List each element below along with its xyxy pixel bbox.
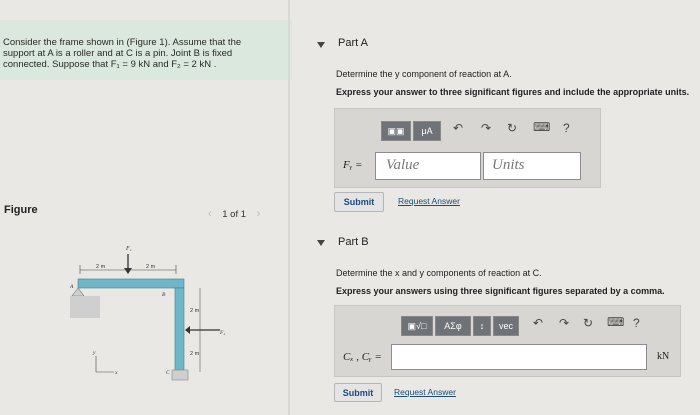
fy-label: Fᵧ = <box>343 159 363 171</box>
templates-button[interactable]: ▣▣ <box>381 121 411 141</box>
reset-icon[interactable]: ↻ <box>507 121 517 135</box>
redo-icon[interactable]: ↷ <box>559 316 569 330</box>
point-c-label: C <box>166 370 170 376</box>
keyboard-icon[interactable]: ⌨ <box>607 315 624 329</box>
mu-a-button[interactable]: μA <box>413 121 441 141</box>
x-axis-label: x <box>114 370 118 376</box>
vector-button[interactable]: vec <box>493 316 519 336</box>
cx-cy-label: Cₓ , Cᵧ = <box>343 351 382 363</box>
part-a-submit-button[interactable]: Submit <box>334 192 384 212</box>
part-b-instruction: Express your answers using three signifi… <box>336 286 665 296</box>
cx-cy-input[interactable] <box>391 344 647 370</box>
roller-support <box>71 287 85 297</box>
f1-label: F₁ <box>125 246 132 252</box>
pager-text: 1 of 1 <box>222 209 247 220</box>
undo-icon[interactable]: ↶ <box>533 316 543 330</box>
f2-arrowhead <box>185 326 190 334</box>
arrows-button[interactable]: ↕ <box>473 316 491 336</box>
panel-divider <box>288 0 290 415</box>
horizontal-beam <box>77 278 185 289</box>
help-icon[interactable]: ? <box>563 121 570 135</box>
part-a-request-answer-link[interactable]: Request Answer <box>398 196 460 206</box>
problem-line-3: connected. Suppose that F₁ = 9 kN and F₂… <box>3 59 217 70</box>
math-templates-button[interactable]: ▣√□ <box>401 316 433 336</box>
part-a-collapse-icon[interactable] <box>317 42 325 48</box>
frame-figure: F₁ 2 m 2 m A B F₂ 2 m 2 m C y x <box>69 246 225 381</box>
value-input[interactable]: Value <box>375 152 481 180</box>
dim-right-label: 2 m <box>146 264 156 270</box>
reset-icon[interactable]: ↻ <box>583 316 593 330</box>
pin-support <box>171 369 189 381</box>
part-a-title[interactable]: Part A <box>338 37 368 49</box>
value-placeholder: Value <box>386 157 420 173</box>
next-figure-icon[interactable]: › <box>257 208 261 220</box>
f2-label: F₂ <box>219 330 225 336</box>
units-input[interactable]: Units <box>483 152 581 180</box>
part-b-title[interactable]: Part B <box>338 236 369 248</box>
units-placeholder: Units <box>492 157 525 173</box>
help-icon[interactable]: ? <box>633 316 640 330</box>
prev-figure-icon[interactable]: ‹ <box>208 208 212 220</box>
dim-left-label: 2 m <box>96 264 106 270</box>
part-b-collapse-icon[interactable] <box>317 240 325 246</box>
vertical-column <box>174 287 185 373</box>
f1-arrowhead <box>124 268 132 274</box>
part-b-question: Determine the x and y components of reac… <box>336 268 542 278</box>
unit-label: kN <box>657 351 670 362</box>
figure-pager: ‹ 1 of 1 › <box>208 208 260 220</box>
ground-a <box>70 296 100 318</box>
y-axis-label: y <box>92 350 96 356</box>
dim-lower-label: 2 m <box>190 351 200 357</box>
undo-icon[interactable]: ↶ <box>453 121 463 135</box>
point-a-label: A <box>69 284 74 290</box>
part-b-submit-button[interactable]: Submit <box>334 383 382 402</box>
problem-line-2: support at A is a roller and at C is a p… <box>3 48 233 59</box>
part-a-answer-panel: ▣▣ μA ↶ ↷ ↻ ⌨ ? Fᵧ = Value Units <box>334 108 601 188</box>
redo-icon[interactable]: ↷ <box>481 121 491 135</box>
keyboard-icon[interactable]: ⌨ <box>533 120 550 134</box>
part-b-answer-panel: ▣√□ AΣφ ↕ vec ↶ ↷ ↻ ⌨ ? Cₓ , Cᵧ = kN <box>334 305 681 377</box>
part-a-instruction: Express your answer to three significant… <box>336 87 690 97</box>
part-b-request-answer-link[interactable]: Request Answer <box>394 387 456 397</box>
problem-statement: Consider the frame shown in (Figure 1). … <box>3 37 263 70</box>
problem-line-1: Consider the frame shown in (Figure 1). … <box>3 37 242 48</box>
figure-heading: Figure <box>4 204 38 216</box>
part-a-question: Determine the y component of reaction at… <box>336 69 512 79</box>
dim-upper-label: 2 m <box>190 308 200 314</box>
greek-symbols-button[interactable]: AΣφ <box>435 316 471 336</box>
point-b-label: B <box>162 292 166 298</box>
